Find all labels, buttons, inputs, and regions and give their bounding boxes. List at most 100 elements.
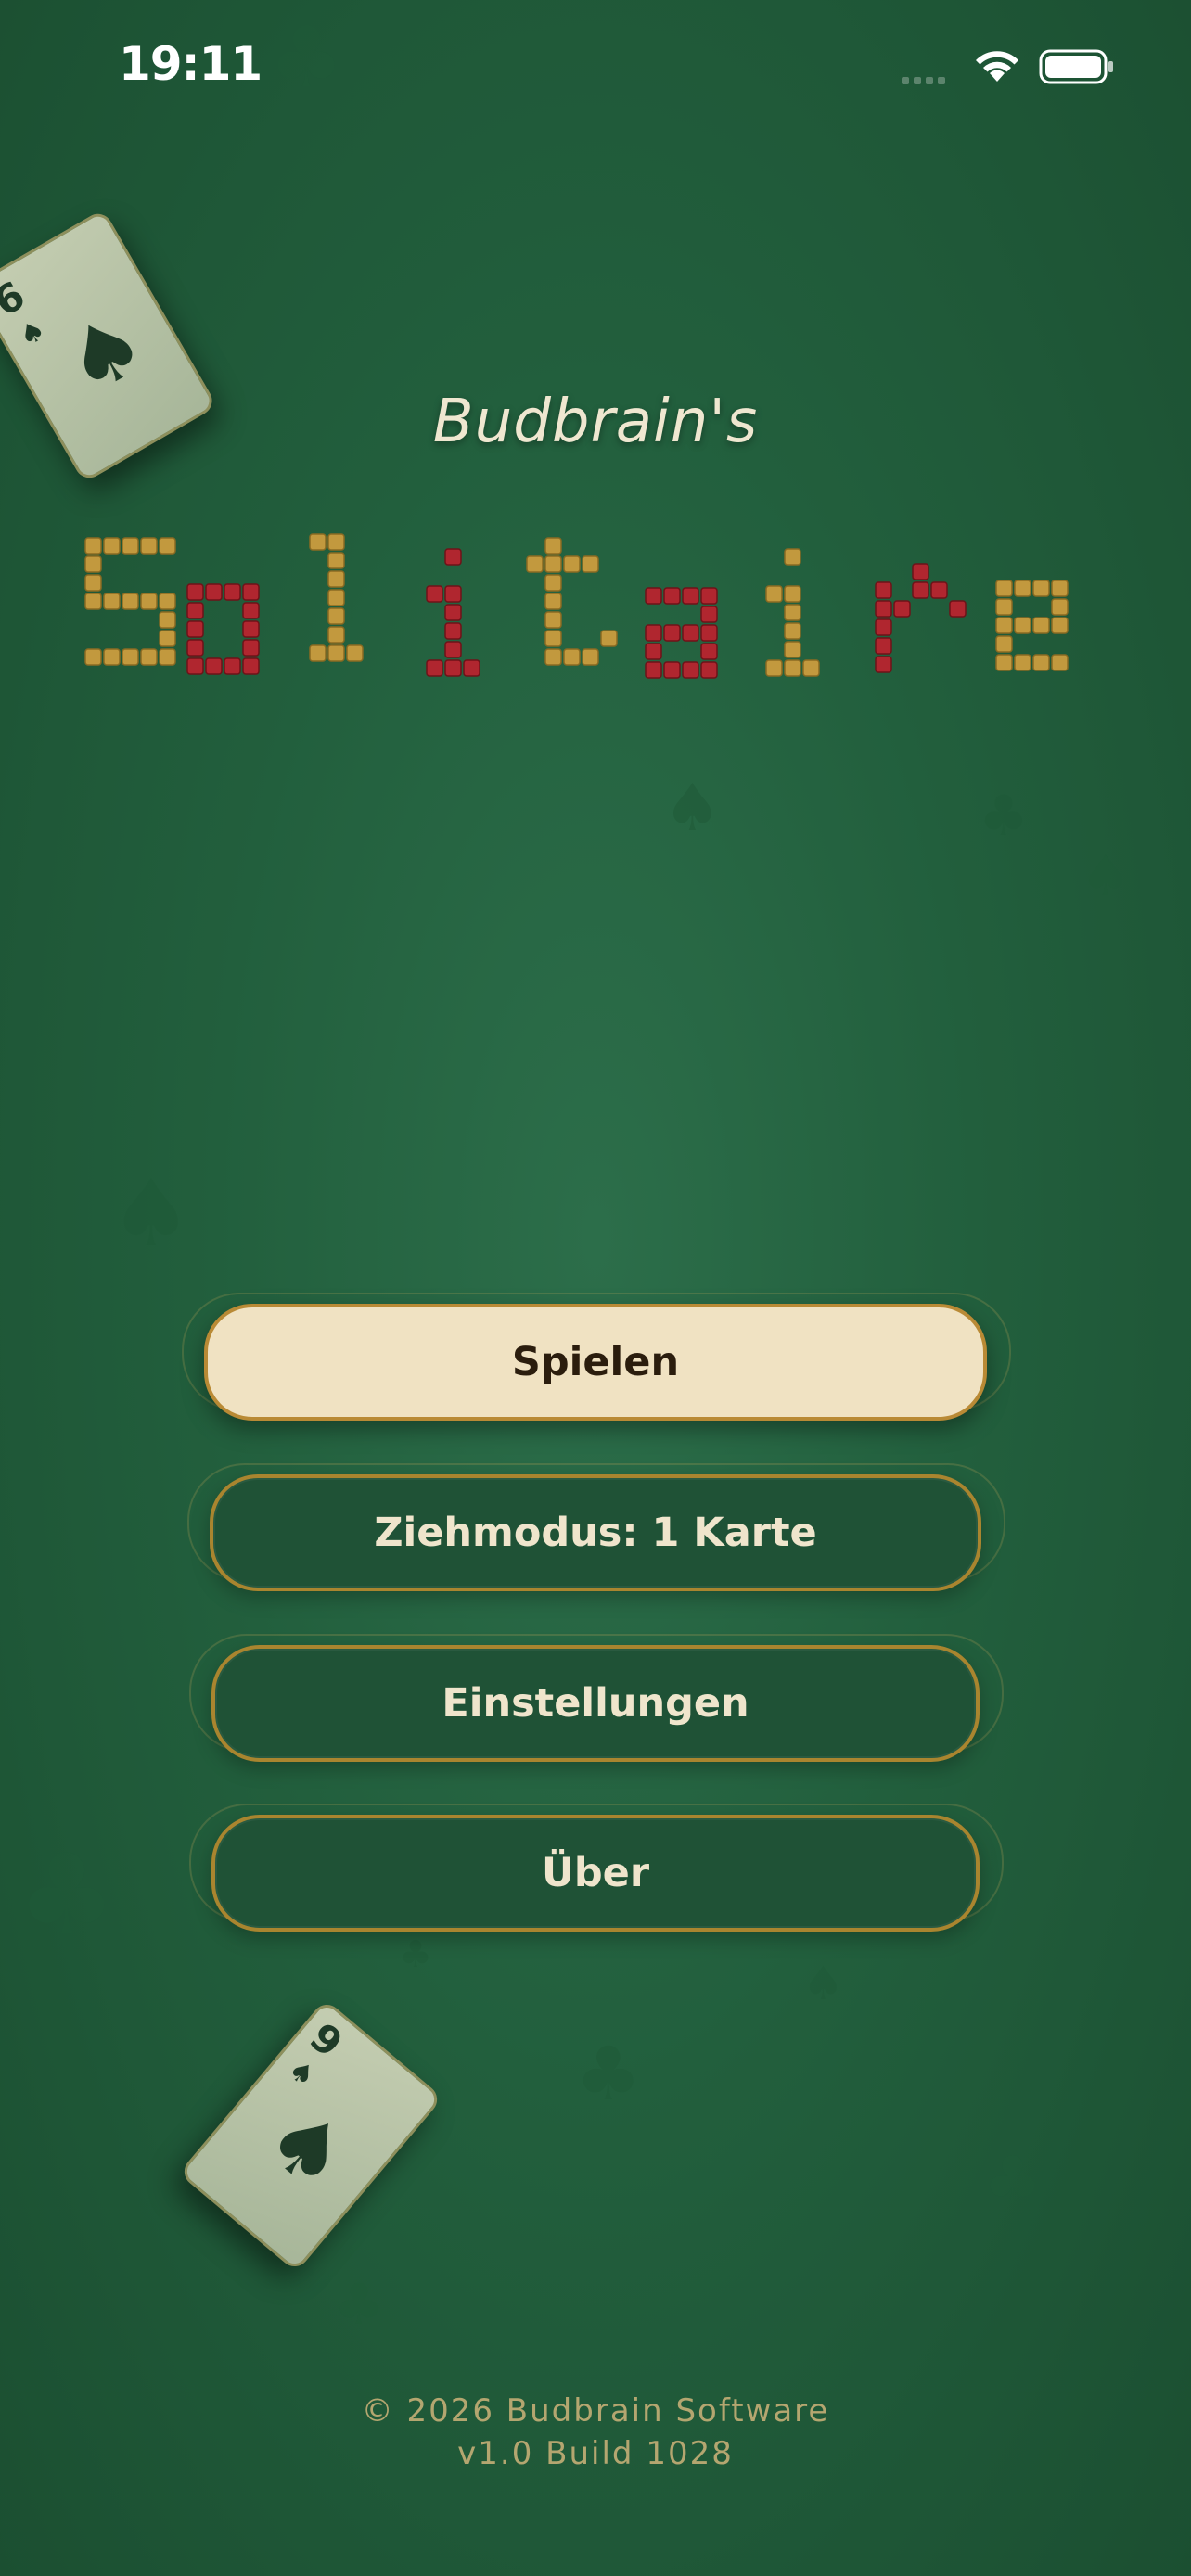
title-pixel-block xyxy=(159,630,176,647)
title-pixel-block xyxy=(103,648,121,666)
title-pixel-block xyxy=(802,659,820,677)
title-pixel-block xyxy=(224,657,241,675)
app-subtitle: Budbrain's xyxy=(432,388,759,456)
title-pixel-block xyxy=(327,644,345,662)
title-pixel-block xyxy=(84,593,102,610)
title-pixel-block xyxy=(930,581,948,599)
title-pixel-block xyxy=(186,602,204,619)
about-button[interactable]: Über xyxy=(211,1815,980,1932)
background-spade-icon: ♠ xyxy=(802,1957,844,2010)
settings-button[interactable]: Einstellungen xyxy=(211,1645,980,1762)
title-pixel-block xyxy=(1014,617,1031,634)
title-pixel-block xyxy=(995,654,1013,671)
title-pixel-block xyxy=(995,635,1013,653)
title-pixel-block xyxy=(140,537,158,555)
title-pixel-block xyxy=(426,585,443,603)
title-pixel-block xyxy=(875,637,892,655)
card-rank: 6 xyxy=(0,272,32,325)
title-pixel-block xyxy=(1014,580,1031,597)
background-club-icon: ♣ xyxy=(979,784,1029,848)
title-pixel-block xyxy=(949,600,967,618)
title-pixel-block xyxy=(122,593,139,610)
title-pixel-block xyxy=(140,593,158,610)
title-pixel-block xyxy=(346,644,364,662)
title-pixel-block xyxy=(186,657,204,675)
title-pixel-block xyxy=(912,563,929,580)
battery-icon xyxy=(1039,48,1115,90)
background-club-icon: ♣ xyxy=(334,2272,384,2337)
title-pixel-block xyxy=(544,593,562,610)
title-pixel-block xyxy=(242,639,260,657)
title-pixel-block xyxy=(463,659,480,677)
title-pixel-block xyxy=(1032,617,1050,634)
title-pixel-block xyxy=(327,626,345,644)
title-pixel-block xyxy=(327,570,345,588)
background-club-icon: ♣ xyxy=(575,2031,642,2117)
title-pixel-block xyxy=(875,600,892,618)
title-pixel-block xyxy=(444,548,462,566)
title-pixel-block xyxy=(84,648,102,666)
decorative-card-nine-of-spades: 9 ♠ ♠ xyxy=(178,1998,443,2273)
title-pixel-block xyxy=(544,555,562,573)
title-pixel-block xyxy=(1051,598,1069,616)
title-pixel-block xyxy=(444,641,462,658)
title-pixel-block xyxy=(84,537,102,555)
title-pixel-block xyxy=(700,624,718,642)
status-bar: 19:11 xyxy=(0,0,1191,139)
title-pixel-block xyxy=(544,630,562,647)
title-pixel-block xyxy=(426,659,443,677)
title-pixel-block xyxy=(765,659,783,677)
play-button[interactable]: Spielen xyxy=(204,1304,987,1421)
background-club-icon: ♣ xyxy=(17,1831,117,1960)
status-time: 19:11 xyxy=(119,37,263,91)
title-pixel-block xyxy=(122,537,139,555)
title-pixel-block xyxy=(327,589,345,606)
background-spade-icon: ♠ xyxy=(1081,844,1131,909)
title-pixel-block xyxy=(875,581,892,599)
title-pixel-block xyxy=(309,644,327,662)
title-pixel-block xyxy=(242,602,260,619)
title-pixel-block xyxy=(1051,580,1069,597)
title-pixel-block xyxy=(645,624,662,642)
title-pixel-block xyxy=(242,583,260,601)
title-pixel-block xyxy=(205,583,223,601)
background-spade-icon: ♠ xyxy=(109,1159,193,1268)
title-pixel-block xyxy=(682,587,699,605)
title-pixel-block xyxy=(544,574,562,592)
version-text: v1.0 Build 1028 xyxy=(457,2435,734,2472)
cellular-signal-icon xyxy=(902,72,950,89)
title-pixel-block xyxy=(645,587,662,605)
title-pixel-block xyxy=(544,611,562,629)
pixel-title-graphic xyxy=(84,533,1069,679)
title-pixel-block xyxy=(663,624,681,642)
title-pixel-block xyxy=(875,656,892,673)
title-pixel-block xyxy=(912,581,929,599)
title-pixel-block xyxy=(186,620,204,638)
title-pixel-block xyxy=(784,548,801,566)
title-pixel-block xyxy=(159,593,176,610)
title-pixel-block xyxy=(186,639,204,657)
title-pixel-block xyxy=(309,533,327,551)
title-pixel-block xyxy=(327,533,345,551)
background-club-icon: ♣ xyxy=(983,2142,1042,2218)
title-pixel-block xyxy=(700,661,718,679)
title-pixel-block xyxy=(444,585,462,603)
title-pixel-block xyxy=(122,648,139,666)
title-pixel-block xyxy=(1014,654,1031,671)
title-pixel-block xyxy=(700,643,718,660)
title-pixel-block xyxy=(700,587,718,605)
title-pixel-block xyxy=(995,598,1013,616)
title-pixel-block xyxy=(242,657,260,675)
title-pixel-block xyxy=(784,604,801,621)
spade-icon: ♠ xyxy=(13,312,52,354)
title-pixel-block xyxy=(995,580,1013,597)
title-pixel-block xyxy=(84,574,102,592)
title-pixel-block xyxy=(526,555,544,573)
title-pixel-block xyxy=(893,600,911,618)
draw-mode-button[interactable]: Ziehmodus: 1 Karte xyxy=(210,1474,981,1591)
background-spade-icon: ♠ xyxy=(663,770,722,846)
app-title xyxy=(0,519,1191,705)
title-pixel-block xyxy=(159,611,176,629)
card-rank: 9 xyxy=(301,2013,352,2067)
title-pixel-block xyxy=(765,585,783,603)
